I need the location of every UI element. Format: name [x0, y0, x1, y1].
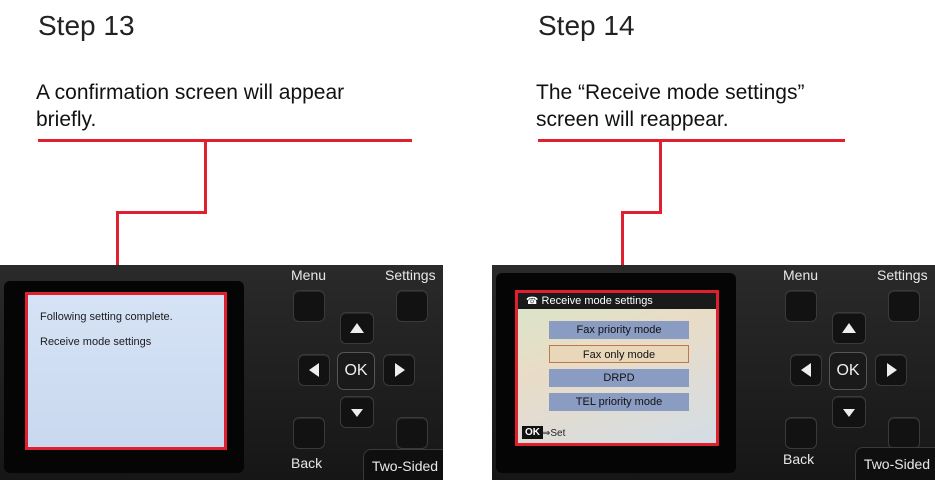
settings-button[interactable]: [396, 290, 428, 322]
down-arrow-icon: [843, 409, 855, 417]
two-sided-label: Two-Sided: [855, 447, 935, 480]
right-arrow-icon: [395, 363, 405, 377]
step13-description-line2: briefly.: [36, 108, 97, 131]
menu-label: Menu: [291, 267, 327, 283]
down-button[interactable]: [340, 396, 374, 428]
right-button[interactable]: [875, 354, 907, 386]
step13-title: Step 13: [38, 10, 135, 41]
settings-label: Settings: [385, 267, 436, 283]
step13-callout-vertical: [204, 139, 207, 213]
ok-button[interactable]: OK: [337, 352, 375, 390]
step14-description-line1: The “Receive mode settings”: [536, 81, 805, 104]
right-button[interactable]: [383, 354, 415, 386]
left-button[interactable]: [298, 354, 330, 386]
settings-button[interactable]: [888, 290, 920, 322]
step14-callout-vertical: [659, 139, 662, 213]
left-button[interactable]: [790, 354, 822, 386]
step13-lcd-highlight: [25, 292, 227, 450]
step14-lcd-highlight: [515, 290, 719, 446]
right-arrow-icon: [887, 363, 897, 377]
two-sided-button[interactable]: [888, 417, 920, 449]
up-button[interactable]: [340, 312, 374, 344]
step14-title: Step 14: [538, 10, 635, 41]
step14-callout-horizontal: [621, 211, 662, 214]
step14-description-line2: screen will reappear.: [536, 108, 729, 131]
menu-button[interactable]: [293, 290, 325, 322]
step13-underline: [38, 139, 412, 142]
up-arrow-icon: [350, 323, 364, 333]
step13-printer-panel: Following setting complete. Receive mode…: [0, 265, 443, 480]
back-button[interactable]: [785, 417, 817, 449]
two-sided-label: Two-Sided: [363, 449, 443, 480]
down-arrow-icon: [351, 409, 363, 417]
menu-label: Menu: [783, 267, 819, 283]
up-button[interactable]: [832, 312, 866, 344]
down-button[interactable]: [832, 396, 866, 428]
step13-callout-drop: [116, 211, 119, 269]
step14-printer-panel: ☎ Receive mode settings Fax priority mod…: [492, 265, 935, 480]
left-arrow-icon: [801, 363, 811, 377]
step13-description-line1: A confirmation screen will appear: [36, 81, 345, 104]
back-label: Back: [783, 451, 815, 467]
two-sided-button[interactable]: [396, 417, 428, 449]
up-arrow-icon: [842, 323, 856, 333]
back-button[interactable]: [293, 417, 325, 449]
ok-button[interactable]: OK: [829, 352, 867, 390]
settings-label: Settings: [877, 267, 928, 283]
left-arrow-icon: [309, 363, 319, 377]
back-label: Back: [291, 455, 323, 471]
step14-underline: [538, 139, 845, 142]
step13-callout-horizontal: [116, 211, 207, 214]
menu-button[interactable]: [785, 290, 817, 322]
